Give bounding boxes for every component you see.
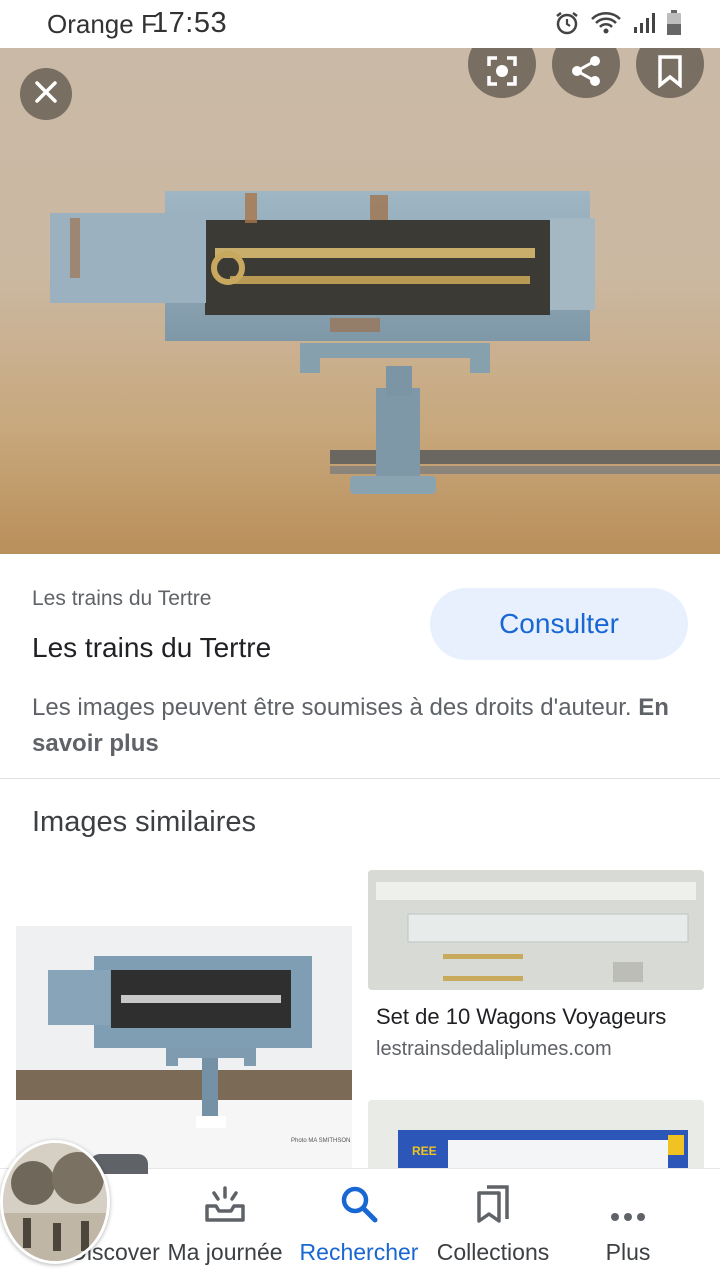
source-site-name: Les trains du Tertre <box>32 587 212 610</box>
nav-label: Plus <box>605 1239 651 1265</box>
carrier-name: Orange F <box>47 9 157 39</box>
nav-collections[interactable]: Collections <box>428 1169 558 1280</box>
wifi-icon <box>590 11 622 40</box>
similar-image-2-photo <box>368 870 704 990</box>
search-icon <box>339 1184 379 1229</box>
battery-icon <box>666 10 682 41</box>
status-icons <box>554 10 682 41</box>
alarm-icon <box>554 10 580 41</box>
nav-label: Collections <box>436 1239 550 1265</box>
railway-model-photo <box>50 191 720 494</box>
copyright-notice: Les images peuvent être soumises à des d… <box>32 690 672 762</box>
hero-image[interactable] <box>0 48 720 554</box>
close-button[interactable] <box>20 68 72 120</box>
divider <box>0 778 720 779</box>
avatar[interactable] <box>0 1140 110 1264</box>
lens-icon <box>485 54 519 93</box>
similar-image-1[interactable]: Photo MA SMITHSON <box>16 870 352 1170</box>
nav-ma-journee[interactable]: Ma journée <box>160 1169 290 1280</box>
close-icon <box>33 79 59 110</box>
nav-rechercher[interactable]: Rechercher <box>292 1169 426 1280</box>
nav-plus[interactable]: Plus <box>580 1169 676 1280</box>
consult-button[interactable]: Consulter <box>430 588 688 660</box>
signal-icon <box>632 11 656 40</box>
clock: 17:53 <box>152 7 228 39</box>
source-title[interactable]: Les trains du Tertre <box>32 632 271 664</box>
similar-images-heading: Images similaires <box>32 806 256 838</box>
status-bar: Orange F 17:53 <box>0 0 720 48</box>
similar-image-3-photo: REE <box>368 1100 704 1170</box>
more-icon <box>610 1210 646 1229</box>
inbox-icon <box>203 1184 247 1229</box>
bookmark-icon <box>657 54 683 93</box>
share-icon <box>569 54 603 93</box>
similar-image-2[interactable] <box>368 870 704 990</box>
similar-image-1-photo: Photo MA SMITHSON <box>16 870 352 1170</box>
similar-image-2-title[interactable]: Set de 10 Wagons Voyageurs <box>376 1004 696 1030</box>
similar-image-3[interactable]: REE <box>368 1100 704 1170</box>
brand-logo: REE <box>412 1144 437 1158</box>
similar-image-2-site: lestrainsdedaliplumes.com <box>376 1038 612 1060</box>
photo-credit: Photo MA SMITHSON <box>291 1138 350 1144</box>
nav-label: Ma journée <box>167 1239 283 1265</box>
copyright-text: Les images peuvent être soumises à des d… <box>32 694 639 721</box>
nav-label: Rechercher <box>299 1239 419 1265</box>
collections-icon <box>475 1184 511 1229</box>
